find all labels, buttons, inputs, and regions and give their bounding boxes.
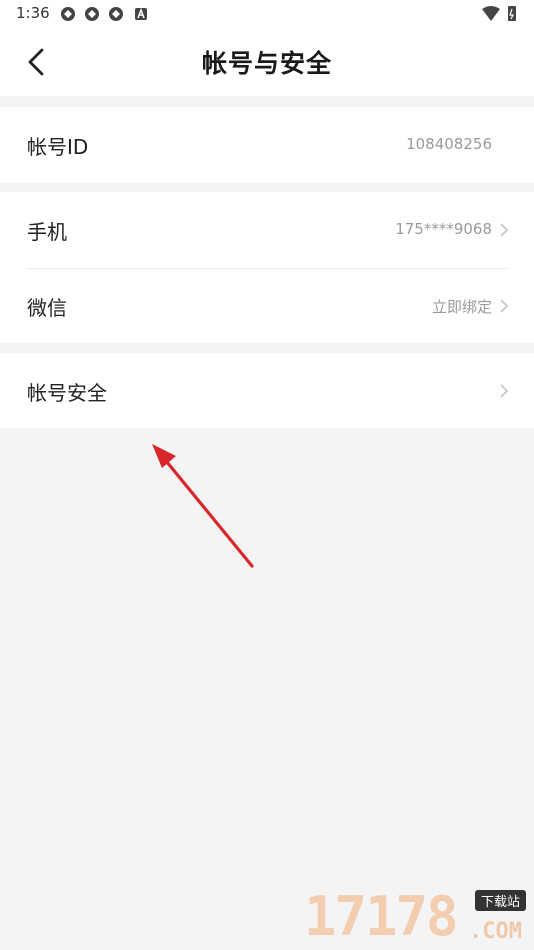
- wechat-row[interactable]: 微信 立即绑定: [0, 268, 534, 344]
- watermark-digits: 17178: [304, 885, 459, 948]
- account-security-label: 帐号安全: [27, 381, 107, 405]
- watermark-badge: 下载站: [474, 890, 526, 911]
- wechat-label: 微信: [27, 296, 67, 320]
- wifi-battery-icon: [482, 6, 516, 21]
- app-header: 帐号与安全: [0, 28, 534, 96]
- notification-icon: [109, 7, 123, 21]
- chevron-right-icon: [500, 384, 509, 398]
- wechat-bind-status: 立即绑定: [431, 298, 492, 316]
- account-id-label: 帐号ID: [27, 135, 89, 159]
- notification-icon: [85, 7, 99, 21]
- security-section: 帐号安全: [0, 353, 534, 428]
- status-bar: 1:36: [0, 0, 534, 28]
- chevron-right-icon: [500, 223, 509, 237]
- chevron-right-icon: [500, 299, 509, 313]
- binding-section: 手机 175****9068 微信 立即绑定: [0, 192, 534, 343]
- notification-icon: [61, 7, 75, 21]
- account-security-row[interactable]: 帐号安全: [0, 353, 534, 429]
- account-id-row: 帐号ID 108408256: [0, 107, 534, 183]
- site-watermark: 17178 下载站 .COM: [304, 885, 530, 948]
- app-notification-icon: [135, 7, 147, 20]
- phone-label: 手机: [27, 220, 67, 244]
- account-id-value: 108408256: [406, 135, 492, 153]
- watermark-suffix: .COM: [469, 919, 522, 944]
- page-title: 帐号与安全: [201, 49, 332, 78]
- phone-row[interactable]: 手机 175****9068: [0, 192, 534, 269]
- phone-value: 175****9068: [395, 220, 492, 238]
- status-time: 1:36: [16, 4, 50, 22]
- account-id-section: 帐号ID 108408256: [0, 107, 534, 183]
- annotation-arrow-icon: [152, 444, 254, 568]
